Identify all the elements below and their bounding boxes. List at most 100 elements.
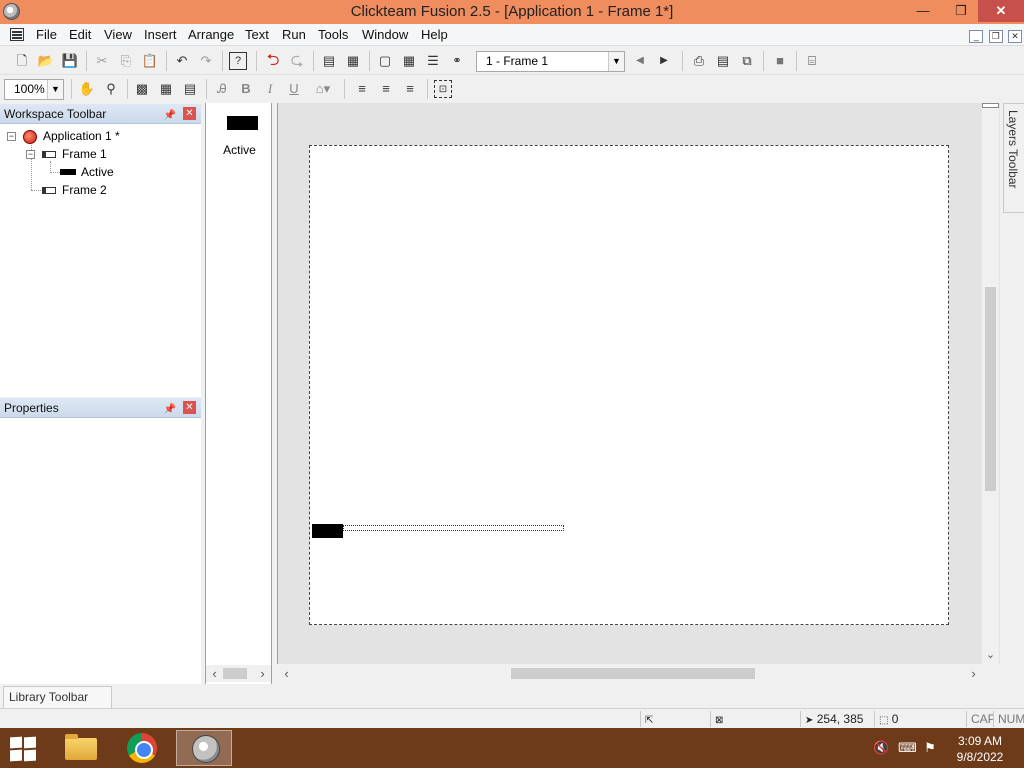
chevron-down-icon[interactable]: ▼ [47, 80, 63, 99]
scroll-right-icon[interactable]: › [965, 665, 982, 682]
editor-vertical-scrollbar[interactable]: ⌄ [982, 103, 999, 664]
align-left-icon[interactable]: ≡ [353, 80, 371, 98]
menu-tools[interactable]: Tools [318, 27, 348, 42]
menu-help[interactable]: Help [421, 27, 448, 42]
volume-muted-icon[interactable]: 🔇 [873, 740, 889, 756]
menu-insert[interactable]: Insert [144, 27, 177, 42]
italic-button[interactable]: I [261, 80, 279, 98]
cut-icon[interactable]: ✂ [93, 52, 111, 70]
save-icon[interactable]: 💾 [61, 52, 79, 70]
scrollbar-thumb[interactable] [511, 668, 755, 679]
minimize-button[interactable]: — [908, 0, 938, 22]
underline-button[interactable]: U [285, 80, 303, 98]
zoom-tool-icon[interactable]: ⚲ [102, 80, 120, 98]
shelf-horizontal-scrollbar[interactable]: ‹ › [206, 665, 271, 682]
active-object-icon [60, 169, 76, 175]
menu-arrange[interactable]: Arrange [188, 27, 234, 42]
back-circle-icon[interactable]: ⮌ [264, 52, 282, 70]
restore-button[interactable]: ❐ [946, 0, 976, 22]
align-right-icon[interactable]: ≡ [401, 80, 419, 98]
menu-edit[interactable]: Edit [69, 27, 91, 42]
scroll-left-icon[interactable]: ‹ [206, 665, 223, 682]
run-window-icon[interactable]: ⧉ [738, 52, 756, 70]
build-icon[interactable]: ⌸ [803, 52, 821, 70]
menu-view[interactable]: View [104, 27, 132, 42]
scroll-right-icon[interactable]: › [254, 665, 271, 682]
menu-text[interactable]: Text [245, 27, 269, 42]
object-alignment-icon[interactable]: ⊡ [434, 80, 452, 98]
open-folder-icon[interactable]: 📂 [37, 52, 55, 70]
next-frame-icon[interactable]: ▶ [655, 52, 673, 70]
tree-item-frame-1[interactable]: Frame 1 [62, 147, 107, 161]
help-icon[interactable]: ? [229, 52, 247, 70]
tree-item-active[interactable]: Active [81, 165, 114, 179]
layers-toolbar-tab[interactable]: Layers Toolbar [1003, 103, 1024, 213]
close-icon[interactable]: ✕ [183, 401, 196, 414]
show-grid-icon[interactable]: ▩ [133, 80, 151, 98]
editor-horizontal-scrollbar[interactable]: ‹ › [278, 665, 982, 682]
taskbar-chrome[interactable] [114, 730, 170, 766]
storyboard-editor-icon[interactable]: ▤ [320, 52, 338, 70]
library-toolbar-tab[interactable]: Library Toolbar [3, 686, 112, 708]
scrollbar-thumb[interactable] [985, 287, 996, 491]
undo-icon[interactable]: ↶ [173, 52, 191, 70]
redo-icon[interactable]: ↷ [197, 52, 215, 70]
hand-tool-icon[interactable]: ✋ [78, 80, 96, 98]
event-editor-icon[interactable]: ▦ [400, 52, 418, 70]
frame-editor-icon[interactable]: ▦ [344, 52, 362, 70]
active-object-icon[interactable] [227, 116, 258, 130]
forward-circle-icon[interactable]: ⮎ [288, 52, 306, 70]
scroll-left-icon[interactable]: ‹ [278, 665, 295, 682]
document-menu-icon[interactable] [10, 28, 24, 41]
clock-date: 9/8/2022 [956, 750, 1004, 764]
tree-item-frame-2[interactable]: Frame 2 [62, 183, 107, 197]
pin-icon[interactable]: 📌 [164, 106, 176, 126]
scrollbar-thumb[interactable] [223, 668, 247, 679]
run-application-icon[interactable]: ⎙ [690, 52, 708, 70]
snap-grid-icon[interactable]: ▦ [157, 80, 175, 98]
taskbar-file-explorer[interactable] [52, 730, 108, 766]
run-frame-icon[interactable]: ▤ [714, 52, 732, 70]
font-icon[interactable]: Ꭿ [213, 80, 231, 98]
network-icon[interactable]: ⌨ [898, 740, 917, 756]
mdi-restore-button[interactable]: ❐ [988, 30, 1003, 43]
num-lock-indicator: NUM [993, 711, 1024, 727]
menu-file[interactable]: File [36, 27, 57, 42]
frame-view-icon[interactable]: ▢ [376, 52, 394, 70]
tree-item-application[interactable]: Application 1 * [43, 129, 120, 143]
previous-frame-icon[interactable]: ◀ [631, 52, 649, 70]
split-handle[interactable] [982, 103, 999, 108]
close-button[interactable]: ✕ [978, 0, 1024, 22]
pin-icon[interactable]: 📌 [164, 400, 176, 420]
active-object-instance[interactable] [312, 524, 343, 538]
frame-canvas[interactable] [309, 145, 949, 625]
windows-start-icon[interactable] [10, 736, 38, 762]
new-file-icon[interactable]: 🗋 [13, 52, 31, 70]
resize-icon: ⊠ [715, 715, 724, 726]
zoom-dropdown[interactable]: 100% ▼ [4, 79, 64, 100]
mdi-close-button[interactable]: ✕ [1008, 30, 1022, 43]
copy-icon[interactable]: ⎘ [117, 52, 135, 70]
action-center-icon[interactable]: ⚑ [922, 740, 938, 756]
chevron-down-icon[interactable]: ▼ [608, 52, 624, 71]
text-color-icon[interactable]: ⌂▾ [309, 80, 337, 98]
event-list-icon[interactable]: ☰ [424, 52, 442, 70]
menu-window[interactable]: Window [362, 27, 408, 42]
counter-object-instance[interactable] [343, 525, 564, 531]
taskbar-clock[interactable]: 3:09 AM 9/8/2022 [948, 733, 1012, 765]
shelf-object-label[interactable]: Active [206, 143, 273, 157]
mdi-minimize-button[interactable]: _ [969, 30, 984, 43]
paste-icon[interactable]: 📋 [141, 52, 159, 70]
frame-selector-dropdown[interactable]: 1 - Frame 1 ▼ [476, 51, 625, 72]
grid-setup-icon[interactable]: ▤ [181, 80, 199, 98]
close-icon[interactable]: ✕ [183, 107, 196, 120]
stop-icon[interactable]: ■ [771, 52, 789, 70]
collapse-icon[interactable]: − [26, 150, 35, 159]
bold-button[interactable]: B [237, 80, 255, 98]
collapse-icon[interactable]: − [7, 132, 16, 141]
data-elements-icon[interactable]: ⚭ [448, 52, 466, 70]
taskbar-clickteam-fusion[interactable] [176, 730, 232, 766]
menu-run[interactable]: Run [282, 27, 306, 42]
align-center-icon[interactable]: ≡ [377, 80, 395, 98]
scroll-down-icon[interactable]: ⌄ [982, 647, 999, 664]
